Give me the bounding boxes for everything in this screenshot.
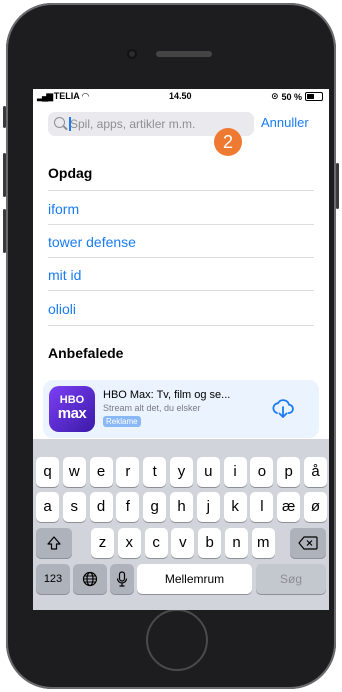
globe-key[interactable]	[73, 564, 107, 594]
recommended-app-card[interactable]: HBO max HBO Max: Tv, film og se... Strea…	[43, 380, 319, 438]
battery-percent: 50 %	[281, 91, 302, 102]
front-camera	[127, 49, 137, 59]
cancel-button[interactable]: Annuller	[261, 115, 309, 130]
app-title: HBO Max: Tv, film og se...	[103, 389, 231, 401]
key-e[interactable]: e	[89, 457, 113, 487]
volume-down-button	[3, 209, 6, 253]
key-æ[interactable]: æ	[277, 492, 301, 522]
volume-up-button	[3, 153, 6, 197]
key-z[interactable]: z	[91, 528, 114, 558]
battery-icon	[305, 92, 323, 101]
wifi-icon: ◠	[81, 91, 89, 101]
suggestion-iform[interactable]: iform	[48, 201, 79, 217]
suggestion-tower-defense[interactable]: tower defense	[48, 234, 136, 250]
globe-icon	[82, 571, 98, 587]
ad-badge: Reklame	[103, 416, 141, 427]
key-b[interactable]: b	[198, 528, 222, 558]
battery-indicator: ⊙ 50 %	[271, 91, 323, 102]
key-n[interactable]: n	[225, 528, 248, 558]
delete-icon	[298, 536, 318, 550]
key-r[interactable]: r	[116, 457, 140, 487]
hbo-max-app-icon: HBO max	[49, 386, 95, 432]
key-l[interactable]: l	[250, 492, 274, 522]
key-w[interactable]: w	[62, 457, 86, 487]
divider	[48, 325, 314, 326]
key-h[interactable]: h	[170, 492, 193, 522]
search-icon	[54, 117, 65, 128]
delete-key[interactable]	[290, 528, 326, 558]
rotation-lock-icon: ⊙	[270, 91, 279, 101]
key-s[interactable]: s	[62, 492, 86, 522]
key-t[interactable]: t	[143, 457, 167, 487]
signal-icon: ▂▄▆	[37, 91, 53, 101]
power-button	[336, 163, 339, 209]
microphone-icon	[116, 571, 128, 587]
space-key[interactable]: Mellemrum	[137, 564, 252, 594]
divider	[48, 290, 314, 291]
cloud-download-icon[interactable]	[270, 396, 296, 422]
clock: 14.50	[169, 91, 192, 101]
shift-icon	[47, 536, 61, 550]
numbers-key[interactable]: 123	[36, 564, 70, 594]
earpiece-speaker	[156, 51, 212, 57]
home-button[interactable]	[146, 609, 208, 671]
suggestion-olioli[interactable]: olioli	[48, 301, 76, 317]
key-a[interactable]: a	[36, 492, 59, 522]
key-j[interactable]: j	[196, 492, 220, 522]
key-u[interactable]: u	[196, 457, 220, 487]
key-y[interactable]: y	[170, 457, 193, 487]
status-bar: ▂▄▆ TELIA ◠ 14.50 ⊙ 50 %	[33, 89, 329, 103]
key-c[interactable]: c	[144, 528, 168, 558]
search-key[interactable]: Søg	[256, 564, 326, 594]
suggestion-mit-id[interactable]: mit id	[48, 267, 81, 283]
divider	[48, 224, 314, 225]
discover-heading: Opdag	[48, 165, 93, 181]
key-ø[interactable]: ø	[304, 492, 327, 522]
app-subtitle: Stream alt det, du elsker	[103, 403, 201, 413]
key-p[interactable]: p	[277, 457, 301, 487]
carrier-name: TELIA	[53, 91, 80, 101]
divider	[48, 190, 314, 191]
divider	[48, 257, 314, 258]
key-q[interactable]: q	[36, 457, 59, 487]
mute-switch	[3, 106, 6, 128]
key-m[interactable]: m	[251, 528, 275, 558]
app-store-search-screen: ▂▄▆ TELIA ◠ 14.50 ⊙ 50 % 2 Annuller Opda…	[33, 89, 329, 610]
app-icon-line2: max	[57, 405, 87, 422]
key-x[interactable]: x	[117, 528, 141, 558]
microphone-key[interactable]	[110, 564, 134, 594]
shift-key[interactable]	[36, 528, 72, 558]
key-v[interactable]: v	[171, 528, 195, 558]
key-f[interactable]: f	[116, 492, 140, 522]
step-badge: 2	[214, 128, 242, 156]
key-g[interactable]: g	[143, 492, 167, 522]
keyboard: 123 Mellemrum Søg qwe r t y u i o p å a …	[33, 439, 329, 610]
key-o[interactable]: o	[250, 457, 274, 487]
key-i[interactable]: i	[223, 457, 247, 487]
carrier-label: ▂▄▆ TELIA ◠	[37, 91, 89, 102]
key-k[interactable]: k	[223, 492, 247, 522]
key-d[interactable]: d	[89, 492, 113, 522]
recommended-heading: Anbefalede	[48, 345, 124, 361]
key-å[interactable]: å	[304, 457, 327, 487]
